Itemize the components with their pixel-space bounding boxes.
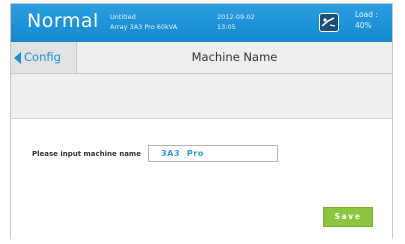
save-button[interactable]: Save [323,207,373,227]
operating-mode: Normal [27,10,99,32]
machine-name-label: Please input machine name [32,150,141,158]
nav-bar: Config Machine Name [11,42,392,74]
app-frame: Normal Untitled Array 3A3 Pro 60kVA 2012… [10,3,393,239]
machine-name-input[interactable] [148,145,278,162]
load-label: Load : [355,10,378,19]
date-time: 2012-09-02 13:05 [217,12,255,32]
load-indicator: Load : 40% [355,9,378,31]
date-text: 2012-09-02 [217,13,255,21]
spacer-area [11,74,392,118]
time-text: 13:05 [217,23,236,31]
project-name: Untitled [110,13,136,21]
back-config-button[interactable]: Config [11,42,77,73]
load-value: 40% [355,21,372,30]
back-arrow-icon [14,52,21,64]
project-info: Untitled Array 3A3 Pro 60kVA [110,12,177,32]
back-button-label: Config [24,50,61,64]
top-bar: Normal Untitled Array 3A3 Pro 60kVA 2012… [11,4,392,42]
device-model: Array 3A3 Pro 60kVA [110,23,178,31]
power-status-icon[interactable] [319,13,339,32]
machine-name-panel: Please input machine name Save [11,118,392,239]
page-title: Machine Name [191,50,278,64]
